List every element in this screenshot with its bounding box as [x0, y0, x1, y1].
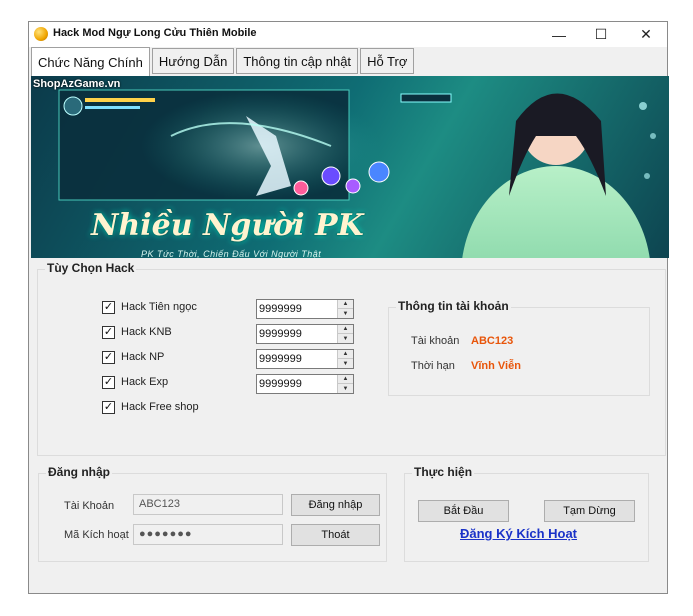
login-button[interactable]: Đăng nhập	[291, 494, 380, 516]
close-button[interactable]: ✕	[626, 22, 666, 47]
tab-support[interactable]: Hỗ Trợ	[360, 48, 415, 74]
pause-button[interactable]: Tạm Dừng	[544, 500, 635, 522]
activation-code-field[interactable]: ●●●●●●●	[133, 524, 283, 545]
account-value: ABC123	[471, 335, 514, 347]
tab-update-info[interactable]: Thông tin cập nhật	[236, 48, 359, 74]
checkbox-knb[interactable]: ✓	[102, 325, 115, 339]
login-account-label: Tài Khoản	[64, 500, 115, 512]
banner-watermark: ShopAzGame.vn	[33, 78, 121, 90]
hack-options-group: Tùy Chọn Hack ✓ Hack Tiên ngọc 9999999 ▲…	[37, 261, 666, 456]
minimize-button[interactable]: —	[539, 22, 579, 47]
banner-title: Nhiều Người PK	[91, 208, 364, 243]
spin-buttons: ▲ ▼	[337, 300, 353, 318]
spin-down-icon[interactable]: ▼	[338, 384, 353, 393]
hack-option-row[interactable]: ✓ Hack Tiên ngọc	[102, 299, 197, 315]
knb-amount-input[interactable]: 9999999 ▲ ▼	[256, 324, 354, 344]
login-group: Đăng nhập Tài Khoản ABC123 Mã Kích hoạt …	[38, 465, 387, 562]
tab-strip: Chức Năng Chính Hướng Dẫn Thông tin cập …	[31, 47, 416, 76]
spin-down-icon[interactable]: ▼	[338, 359, 353, 368]
banner-subtitle: PK Tức Thời, Chiến Đấu Với Người Thật	[141, 249, 322, 258]
app-window: Hack Mod Ngự Long Cửu Thiên Mobile — ☐ ✕…	[28, 21, 669, 594]
account-label: Tài khoản	[411, 335, 460, 347]
spin-up-icon[interactable]: ▲	[338, 350, 353, 359]
hack-options-title: Tùy Chọn Hack	[45, 261, 137, 275]
game-banner: ShopAzGame.vn Nhiều Người PK PK Tức Thời…	[31, 76, 669, 258]
exit-button[interactable]: Thoát	[291, 524, 380, 546]
login-title: Đăng nhập	[46, 465, 112, 479]
tab-guide[interactable]: Hướng Dẫn	[151, 48, 235, 74]
hack-option-row[interactable]: ✓ Hack Free shop	[102, 399, 199, 415]
checkbox-exp[interactable]: ✓	[102, 375, 115, 389]
actions-title: Thực hiện	[412, 465, 475, 479]
account-info-title: Thông tin tài khoản	[396, 299, 511, 313]
exp-amount-input[interactable]: 9999999 ▲ ▼	[256, 374, 354, 394]
expiry-value: Vĩnh Viễn	[471, 360, 521, 372]
checkbox-label: Hack Tiên ngọc	[121, 301, 197, 313]
activation-code-label: Mã Kích hoạt	[64, 529, 129, 541]
expiry-label: Thời hạn	[411, 360, 455, 372]
checkbox-tien-ngoc[interactable]: ✓	[102, 300, 115, 314]
spin-value: 9999999	[259, 353, 302, 365]
spin-buttons: ▲ ▼	[337, 375, 353, 393]
account-info-group: Thông tin tài khoản Tài khoản ABC123 Thờ…	[388, 299, 650, 396]
spin-buttons: ▲ ▼	[337, 325, 353, 343]
actions-group: Thực hiện Bắt Đầu Tạm Dừng Đăng Ký Kích …	[404, 465, 649, 562]
checkbox-label: Hack NP	[121, 351, 165, 363]
spin-up-icon[interactable]: ▲	[338, 300, 353, 309]
hack-option-row[interactable]: ✓ Hack Exp	[102, 374, 168, 390]
spin-value: 9999999	[259, 328, 302, 340]
checkbox-free-shop[interactable]: ✓	[102, 400, 115, 414]
spin-value: 9999999	[259, 378, 302, 390]
np-amount-input[interactable]: 9999999 ▲ ▼	[256, 349, 354, 369]
account-field[interactable]: ABC123	[133, 494, 283, 515]
spin-down-icon[interactable]: ▼	[338, 334, 353, 343]
register-activation-link[interactable]: Đăng Ký Kích Hoạt	[460, 526, 577, 541]
start-button[interactable]: Bắt Đầu	[418, 500, 509, 522]
maximize-button[interactable]: ☐	[581, 22, 621, 47]
hack-option-row[interactable]: ✓ Hack NP	[102, 349, 164, 365]
spin-up-icon[interactable]: ▲	[338, 325, 353, 334]
app-logo-icon	[34, 27, 48, 41]
hack-option-row[interactable]: ✓ Hack KNB	[102, 324, 172, 340]
title-bar[interactable]: Hack Mod Ngự Long Cửu Thiên Mobile — ☐ ✕	[29, 22, 667, 47]
checkbox-label: Hack KNB	[121, 326, 172, 338]
checkbox-label: Hack Exp	[121, 376, 169, 388]
tab-main-functions[interactable]: Chức Năng Chính	[31, 47, 150, 76]
checkbox-label: Hack Free shop	[121, 401, 199, 413]
spin-value: 9999999	[259, 303, 302, 315]
tien-ngoc-amount-input[interactable]: 9999999 ▲ ▼	[256, 299, 354, 319]
spin-buttons: ▲ ▼	[337, 350, 353, 368]
spin-up-icon[interactable]: ▲	[338, 375, 353, 384]
checkbox-np[interactable]: ✓	[102, 350, 115, 364]
window-title: Hack Mod Ngự Long Cửu Thiên Mobile	[53, 27, 257, 39]
spin-down-icon[interactable]: ▼	[338, 309, 353, 318]
